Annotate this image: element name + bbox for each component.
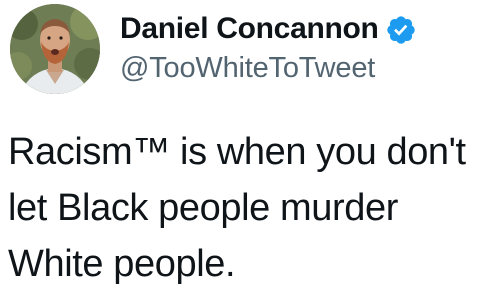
author-name-row: Daniel Concannon: [120, 9, 417, 49]
profile-photo: [10, 4, 100, 94]
tweet-text: Racism™ is when you don't let Black peop…: [8, 124, 496, 292]
tweet-card[interactable]: Daniel Concannon @TooWhiteToTweet Racism…: [0, 0, 500, 301]
verified-badge-icon[interactable]: [385, 14, 417, 46]
display-name[interactable]: Daniel Concannon: [120, 12, 379, 46]
tweet-text-line: let Black people murder: [8, 187, 399, 229]
avatar[interactable]: [10, 4, 100, 94]
user-handle[interactable]: @TooWhiteToTweet: [120, 52, 375, 85]
tweet-text-line: Racism™ is when you don't: [8, 131, 466, 173]
tweet-text-line: White people.: [8, 243, 236, 285]
